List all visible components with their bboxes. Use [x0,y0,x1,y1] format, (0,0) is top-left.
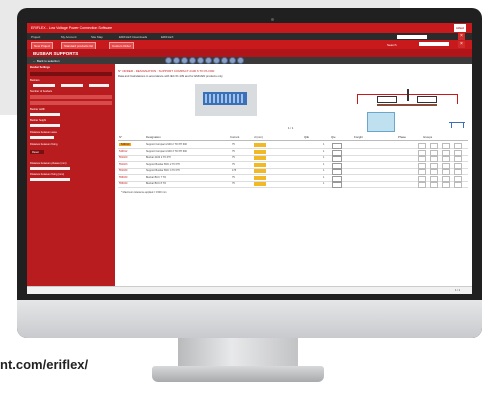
detail-button[interactable] [254,182,266,186]
menu-item-sitemap[interactable]: Site Map [91,35,103,39]
product-image [195,84,257,116]
table-header: N° Designation Current d (mm) QtE Qte Fr… [118,134,468,141]
col-designation: Designation [146,135,161,139]
sidebar-label-width: Busbar width [30,108,45,111]
menu-item-eriflex[interactable]: ERIFLEX [161,35,174,39]
toolbar: New Project Standard products list Custo… [27,40,472,50]
section-header: BUSBAR SUPPORTS [27,49,472,57]
detail-button[interactable] [254,156,266,160]
main-content: N° ORDER - DESIGNATION : SUPPORT COMPACT… [115,57,472,294]
sidebar-link-phases[interactable]: Distance between phases (mm) [30,162,66,165]
export-icon[interactable] [181,57,188,64]
monitor-chin [17,300,482,338]
sidebar-label-height: Busbar height [30,119,47,122]
sidebar-label-fixing: Distance between fixing [30,143,58,146]
monitor-stand-base [152,366,324,382]
page-indicator: 1 / 1 [288,126,294,130]
app-title: ERIFLEX - Low Voltage Power Connection S… [31,26,113,30]
settings-icon[interactable] [205,57,212,64]
row-action[interactable] [442,182,450,188]
row-action[interactable] [418,182,426,188]
search-input[interactable] [419,42,449,46]
app-title-bar: ERIFLEX - Low Voltage Power Connection S… [27,23,472,33]
zoom-icon[interactable] [197,57,204,64]
support-preview-image [367,112,395,132]
info-icon[interactable] [237,57,244,64]
menu-item-project[interactable]: Project [31,35,40,39]
col-groups: Groups [423,135,433,139]
col-freight: Freight [354,135,363,139]
dimension-box-left [377,96,397,103]
sidebar-label-number: Number of busbars [30,90,53,93]
row-action[interactable] [454,182,462,188]
page-title: BUSBAR SUPPORTS [33,50,79,56]
share-icon[interactable] [229,57,236,64]
col-number: N° [119,135,123,139]
distance-axes-input[interactable] [30,136,54,139]
busbar-height-input[interactable] [30,124,60,127]
print-icon[interactable] [165,57,172,64]
camera-icon [271,18,274,21]
sidebar-header-block [30,72,112,76]
col-d: d (mm) [254,135,263,139]
status-page: 1 / 1 [455,289,460,292]
table-footnote: * Maximum tolerance applied = 1500 mm [121,191,167,194]
detail-button[interactable] [254,149,266,154]
help-icon[interactable] [213,57,220,64]
detail-button[interactable] [254,169,266,173]
sidebar-label-busbars: Busbars [30,79,40,82]
phases-distance-input[interactable] [30,167,70,170]
busbar-width-input[interactable] [30,113,60,116]
designation-title: N° ORDER - DESIGNATION : SUPPORT COMPACT… [118,69,215,73]
search-label: Search [387,42,397,47]
sidebar-group-title: Busbar Settings [30,66,50,69]
refresh-icon[interactable] [221,57,228,64]
copy-icon[interactable] [189,57,196,64]
reset-button[interactable]: Reset [30,150,44,154]
busbars-material-select[interactable] [61,84,83,87]
url-caption[interactable]: nt.com/eriflex/ [0,357,88,372]
status-bar: 1 / 1 [27,286,472,294]
sub-toolbar: ← Back to selection [27,57,472,64]
close-panel-icon[interactable]: × [458,41,465,48]
sidebar-label-axes: Distance between axes [30,131,57,134]
detail-button[interactable] [254,162,266,167]
brand-logo[interactable]: nVent [454,24,466,32]
menu-item-account[interactable]: My Account [61,35,77,39]
back-link[interactable]: ← Back to selection [33,59,60,63]
row-action[interactable] [430,182,438,188]
table-row[interactable]: 556040 Busbar BCC 8 TO 75 1 [118,181,468,188]
col-phase: Phase [398,135,406,139]
menu-item-downloads[interactable]: ERIFLEX Downloads [119,35,147,39]
toolbar-icons [165,57,245,64]
col-qte2: Qte [331,135,336,139]
busbars-select[interactable] [33,84,55,87]
busbar-width-row[interactable] [30,101,112,105]
detail-button[interactable] [254,175,266,180]
quantity-input[interactable] [332,182,342,188]
busbar-support-image [203,92,247,105]
monitor-screen: ERIFLEX - Low Voltage Power Connection S… [27,23,472,294]
sidebar-link-fixing[interactable]: Distance between fixing (mm) [30,173,64,176]
close-icon[interactable]: × [458,33,465,40]
account-search-input[interactable] [397,34,427,39]
col-qte1: QtE [304,135,309,139]
fixing-distance-input[interactable] [30,178,70,181]
menu-bar: Project My Account Site Map ERIFLEX Down… [27,33,472,40]
save-icon[interactable] [173,57,180,64]
sidebar: Busbar Settings Busbars Number of busbar… [27,64,115,294]
col-current: Current [230,135,240,139]
detail-button[interactable] [254,143,266,147]
busbars-finish-select[interactable] [89,84,109,87]
calculation-note: Data and Calculations in accordance with… [118,74,223,78]
dimension-diagram [347,86,467,128]
number-busbars-row[interactable] [30,95,112,99]
dimension-box-right [417,96,437,103]
